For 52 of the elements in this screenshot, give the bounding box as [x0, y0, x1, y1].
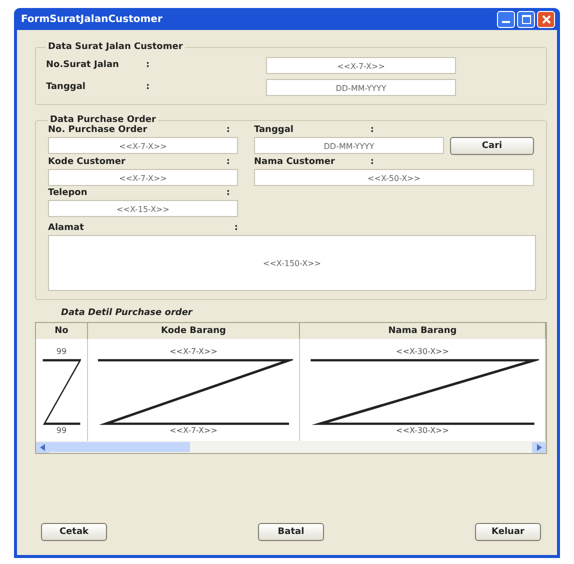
field-label: Tanggal	[46, 82, 87, 92]
colon-label: :	[146, 82, 151, 92]
maximize-icon	[522, 14, 530, 24]
input-field[interactable]: <<X-150-X>>	[48, 235, 536, 291]
group-title: Data Purchase Order	[49, 115, 157, 125]
scroll-left-button[interactable]	[36, 442, 50, 452]
z-line-drawing	[42, 358, 81, 426]
input-field[interactable]: <<X-7-X>>	[266, 56, 456, 74]
table-cell-text: 99	[55, 347, 68, 358]
column-header: No	[36, 323, 88, 339]
field-label: No. Purchase Order	[48, 125, 148, 135]
right-arrow-icon	[536, 444, 542, 450]
column-header: Kode Barang	[88, 323, 300, 339]
column-header: Nama Barang	[300, 323, 546, 339]
group-title: Data Surat Jalan Customer	[47, 42, 184, 52]
colon-label: :	[370, 157, 374, 167]
colon-label: :	[146, 60, 151, 70]
input-field[interactable]: <<X-15-X>>	[48, 200, 238, 217]
colon-label: :	[226, 157, 230, 167]
colon-label: :	[226, 125, 230, 135]
maximize-button[interactable]	[517, 10, 535, 28]
window-title: FormSuratJalanCustomer	[21, 14, 162, 24]
minimize-button[interactable]	[497, 10, 515, 28]
colon-label: :	[226, 188, 230, 198]
section-title: Data Detil Purchase order	[61, 308, 194, 318]
table-cell-text: <<X-30-X>>	[395, 347, 450, 358]
field-label: No.Surat Jalan	[46, 60, 120, 70]
search-button[interactable]: Cari	[450, 137, 534, 155]
colon-label: :	[234, 223, 238, 233]
table-cell-text: <<X-7-X>>	[168, 347, 218, 358]
left-arrow-icon	[40, 444, 46, 450]
field-label: Alamat	[48, 223, 84, 233]
close-button[interactable]	[537, 10, 555, 28]
exit-button[interactable]: Keluar	[475, 523, 541, 541]
cancel-button[interactable]: Batal	[258, 523, 324, 541]
close-icon	[542, 14, 550, 24]
field-label: Tanggal	[254, 125, 294, 135]
input-field[interactable]: <<X-7-X>>	[48, 137, 238, 154]
input-field[interactable]: <<X-7-X>>	[48, 169, 238, 186]
table-cell-text: 99	[55, 426, 68, 437]
field-label: Nama Customer	[254, 157, 335, 167]
scrollbar-thumb[interactable]	[50, 442, 190, 452]
table-cell-text: <<X-7-X>>	[168, 426, 218, 437]
input-field[interactable]: DD-MM-YYYY	[266, 78, 456, 96]
input-field[interactable]: DD-MM-YYYY	[254, 137, 444, 154]
table-cell-text: <<X-30-X>>	[395, 426, 450, 437]
field-label: Telepon	[48, 188, 88, 198]
print-button[interactable]: Cetak	[41, 523, 107, 541]
field-label: Kode Customer	[48, 157, 126, 167]
scroll-right-button[interactable]	[532, 442, 546, 452]
input-field[interactable]: <<X-50-X>>	[254, 169, 534, 186]
colon-label: :	[370, 125, 374, 135]
